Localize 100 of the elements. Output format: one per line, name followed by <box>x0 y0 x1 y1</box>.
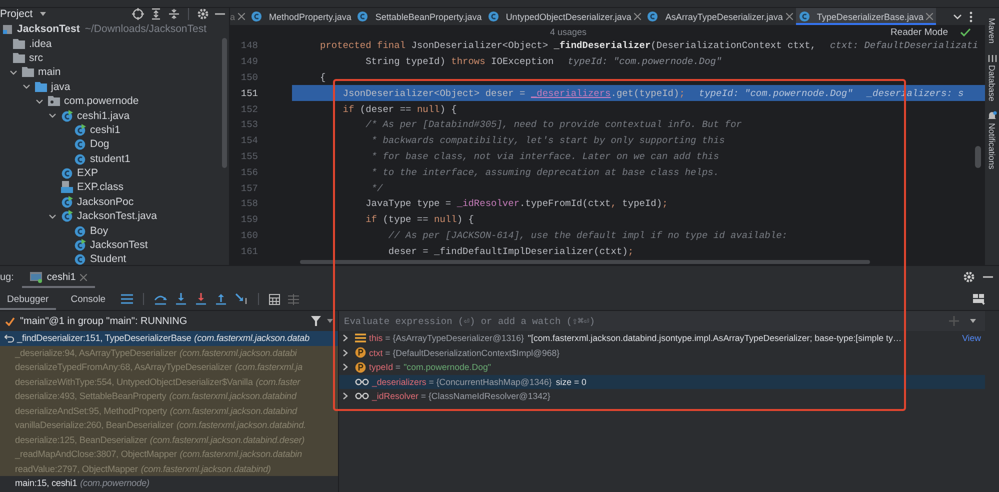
caret-icon[interactable] <box>326 318 334 324</box>
folder-icon <box>22 67 34 78</box>
code-line: String typeId) throws IOException <box>364 56 554 68</box>
session-tab[interactable]: ceshi1 <box>22 266 95 288</box>
line-number: 152 <box>240 104 258 115</box>
runnable-class-icon <box>74 239 86 252</box>
tool-window-button[interactable]: Notifications <box>987 122 997 170</box>
scrollbar[interactable] <box>300 260 870 264</box>
usages-hint[interactable]: 4 usages <box>550 27 587 37</box>
settings-icon[interactable] <box>963 271 975 283</box>
step-over-icon[interactable] <box>154 293 167 305</box>
view-link[interactable]: View <box>962 333 981 344</box>
chevron-icon[interactable] <box>35 96 44 106</box>
tree-item[interactable]: ceshi1 <box>90 124 120 136</box>
file-tab[interactable]: UntypedObjectDeserializer.java <box>484 8 644 25</box>
tree-item[interactable]: JacksonPoc <box>77 196 134 208</box>
debug-tab[interactable]: Debugger <box>0 288 56 310</box>
tree-item[interactable]: com.powernode <box>64 95 139 108</box>
database-icon <box>988 54 996 63</box>
line-number: 151 <box>240 88 258 99</box>
chevron-icon[interactable] <box>953 12 962 21</box>
run-to-cursor-icon[interactable] <box>234 293 248 305</box>
file-tab[interactable]: TypeDeserializerBase.java <box>796 8 936 25</box>
tree-item[interactable]: Dog <box>90 138 110 150</box>
evaluate-field[interactable]: Evaluate expression (⏎) or add a watch (⇧⌘⏎) <box>344 316 939 326</box>
variable-row[interactable]: typeId = "com.powernode.Dog" <box>339 360 985 374</box>
tree-item[interactable]: JacksonTest.java <box>77 210 157 222</box>
variable-value: this = {AsArrayTypeDeserializer@1316} "[com.fasterxml.jackson.databind.jsontype.impl.AsArrayTypeDeserializer; base-type:[simple ty… <box>369 333 902 344</box>
code-line: JsonDeserializer<Object> deser = _deserializers.get(typeId); <box>342 88 685 99</box>
tree-item[interactable]: Student <box>90 253 126 265</box>
tree-item[interactable]: ceshi1.java <box>77 110 130 122</box>
chevron-icon[interactable] <box>48 212 57 221</box>
caret-icon[interactable] <box>38 11 47 17</box>
table-icon[interactable] <box>288 294 299 304</box>
variable-row[interactable]: _deserializers = {ConcurrentHashMap@1346} size = 0 <box>339 374 985 389</box>
close-icon[interactable] <box>238 13 246 20</box>
stack-frame[interactable]: _findDeserializer:151, TypeDeserializerBase (com.fasterxml.jackson.datab <box>0 331 338 346</box>
line-number: 160 <box>240 230 258 241</box>
tree-item[interactable]: .idea <box>29 38 52 50</box>
tree-item[interactable]: EXP <box>77 167 98 180</box>
chevron-icon[interactable] <box>342 348 349 357</box>
file-tab[interactable]: SettableBeanProperty.java <box>354 8 485 25</box>
settings-icon[interactable] <box>197 8 209 20</box>
code-line: { <box>320 72 326 83</box>
chevron-icon[interactable] <box>342 334 349 342</box>
tool-window-button[interactable]: Database <box>987 64 997 101</box>
tool-window-button[interactable]: Maven <box>987 18 997 44</box>
step-into-icon[interactable] <box>174 293 187 305</box>
variable-row[interactable]: _idResolver = {ClassNameIdResolver@1342} <box>339 389 985 404</box>
chevron-icon[interactable] <box>22 82 31 92</box>
tree-item[interactable]: Boy <box>90 224 108 237</box>
thread-selector[interactable]: "main"@1 in group "main": RUNNING <box>20 316 188 326</box>
expand-all-icon[interactable] <box>150 8 162 20</box>
tree-item[interactable]: JacksonTest <box>17 23 80 36</box>
close-icon[interactable] <box>80 274 87 280</box>
stack-frame[interactable]: main:15, ceshi1 (com.powernode) <box>0 476 338 490</box>
close-icon[interactable] <box>926 13 934 20</box>
caret-icon[interactable] <box>969 318 977 324</box>
tree-item[interactable]: EXP.class <box>77 181 124 194</box>
code-line: JavaType type = _idResolver.typeFromId(ctxt, typeId); <box>364 198 668 210</box>
force-step-into-icon[interactable] <box>194 293 207 305</box>
folder-icon <box>13 52 25 63</box>
reader-mode-link[interactable]: Reader Mode <box>890 27 948 38</box>
variable-row[interactable]: ctxt = {DefaultDeserializationContext$Impl@968} <box>339 346 985 360</box>
run-config-icon <box>30 272 43 282</box>
close-icon[interactable] <box>634 13 642 20</box>
step-out-icon[interactable] <box>214 293 227 305</box>
tree-item[interactable]: main <box>38 66 61 78</box>
collapse-all-icon[interactable] <box>168 8 180 20</box>
file-tab[interactable]: AsArrayTypeDeserializer.java <box>644 8 796 25</box>
tree-item[interactable]: student1 <box>90 152 130 165</box>
chevron-icon[interactable] <box>342 363 349 372</box>
tree-item[interactable]: JacksonTest <box>90 239 148 252</box>
return-arrow-icon <box>4 334 14 343</box>
runnable-class-icon <box>61 110 73 122</box>
chevron-icon[interactable] <box>342 392 349 400</box>
menu-icon[interactable] <box>120 294 133 304</box>
class-icon <box>647 11 658 22</box>
package-icon <box>48 96 60 106</box>
target-icon[interactable] <box>132 8 144 20</box>
close-icon[interactable] <box>786 13 793 20</box>
code-line: * to the interface, assuming deprecation at base class helps. <box>370 166 720 178</box>
panel-title[interactable]: Project <box>0 8 33 20</box>
chevron-icon[interactable] <box>48 111 57 120</box>
calculator-icon[interactable] <box>268 294 280 304</box>
class-icon <box>74 138 86 150</box>
code-line: if (type == null) { <box>364 214 474 226</box>
debug-tab[interactable]: Console <box>64 288 113 310</box>
tree-item[interactable]: src <box>29 52 43 64</box>
filter-icon[interactable] <box>311 316 321 326</box>
code-line: * backwards compatibility, let's start by only supporting this <box>370 135 725 146</box>
chevron-icon[interactable] <box>9 68 18 77</box>
file-tab[interactable]: MethodProperty.java <box>248 8 354 25</box>
tree-item[interactable]: java <box>51 80 70 93</box>
layout-icon[interactable] <box>973 294 985 304</box>
evaluate-bar[interactable]: Evaluate expression (⏎) or add a watch (⇧⌘⏎) <box>339 311 985 331</box>
variable-row[interactable]: this = {AsArrayTypeDeserializer@1316} "[com.fasterxml.jackson.databind.jsontype.impl.AsArrayTypeDeserializer; base-type:[simple ty… View <box>339 331 985 346</box>
scrollbar[interactable] <box>975 146 981 168</box>
code-line: deser = _findDefaultImplDeserializer(ctxt); <box>387 246 634 257</box>
more-icon[interactable] <box>969 10 973 22</box>
